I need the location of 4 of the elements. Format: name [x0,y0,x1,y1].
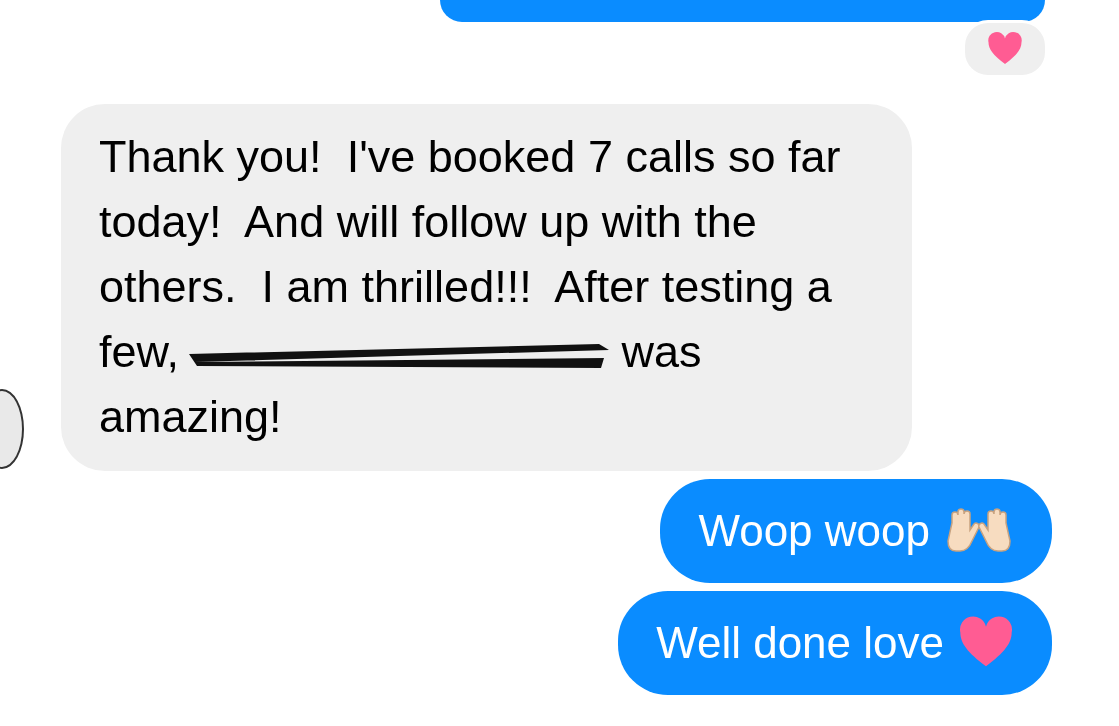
message-bubble: Thank you! I've booked 7 calls so far today! And will follow up with the others. I am thrilled!!! After testing a few, was amazing! [61,104,912,471]
message-bubble: Well done love [618,591,1052,695]
message-bubble: Woop woop [660,479,1052,583]
heart-icon [987,31,1023,67]
